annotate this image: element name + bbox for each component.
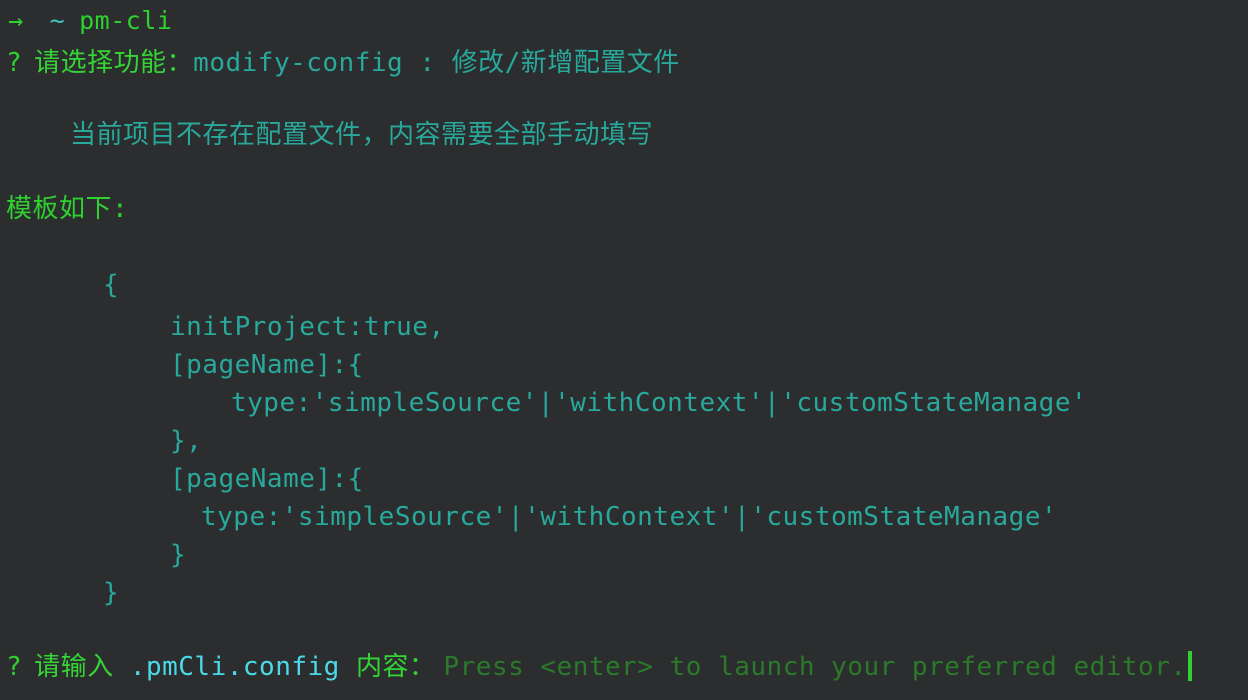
template-code-text: }, — [170, 426, 203, 456]
template-heading-text: 模板如下: — [6, 194, 129, 224]
prompt-path: ~ — [49, 6, 66, 35]
template-code-text: [pageName]:{ — [170, 350, 364, 380]
notice-text: 当前项目不存在配置文件，内容需要全部手动填写 — [70, 120, 654, 150]
input-question-prefix: 请输入 — [34, 652, 130, 682]
prompt-arrow-icon: → — [8, 6, 24, 35]
template-body-line: } — [0, 574, 1248, 612]
template-heading-line: 模板如下: — [0, 190, 1248, 228]
question-marker: ? — [6, 48, 23, 78]
template-code-text: type:'simpleSource'|'withContext'|'custo… — [201, 502, 1058, 532]
notice-line: 当前项目不存在配置文件，内容需要全部手动填写 — [0, 116, 1248, 154]
select-prompt-line: ? 请选择功能：modify-config : 修改/新增配置文件 — [0, 44, 1248, 82]
template-code-text: [pageName]:{ — [170, 464, 364, 494]
template-body-line: [pageName]:{ — [0, 346, 1248, 384]
template-code-text: { — [103, 270, 120, 300]
select-question-label: 请选择功能： — [34, 48, 194, 78]
template-body-line: } — [0, 536, 1248, 574]
template-body-line: initProject:true, — [0, 308, 1248, 346]
template-code-text: type:'simpleSource'|'withContext'|'custo… — [231, 388, 1088, 418]
template-body-line: { — [0, 266, 1248, 304]
input-question-suffix: 内容： — [339, 652, 436, 682]
select-answer-value: modify-config : 修改/新增配置文件 — [193, 48, 680, 78]
question-marker: ? — [6, 652, 23, 682]
prompt-command: pm-cli — [79, 6, 173, 35]
template-code-text: initProject:true, — [170, 312, 445, 342]
template-body-line: type:'simpleSource'|'withContext'|'custo… — [0, 384, 1248, 422]
template-body-line: }, — [0, 422, 1248, 460]
template-body-line: type:'simpleSource'|'withContext'|'custo… — [0, 498, 1248, 536]
template-body-line: [pageName]:{ — [0, 460, 1248, 498]
text-cursor[interactable] — [1187, 651, 1192, 681]
config-filename: .pmCli.config — [129, 652, 340, 682]
editor-hint-text: Press <enter> to launch your preferred e… — [443, 652, 1187, 682]
terminal-window: → ~ pm-cli ? 请选择功能：modify-config : 修改/新增配置文… — [0, 0, 1248, 700]
input-prompt-line[interactable]: ? 请输入 .pmCli.config 内容： Press <enter> to l… — [0, 648, 1248, 686]
template-code-text: } — [103, 578, 120, 608]
template-code-text: } — [170, 540, 187, 570]
shell-prompt-line: → ~ pm-cli — [0, 2, 1248, 40]
